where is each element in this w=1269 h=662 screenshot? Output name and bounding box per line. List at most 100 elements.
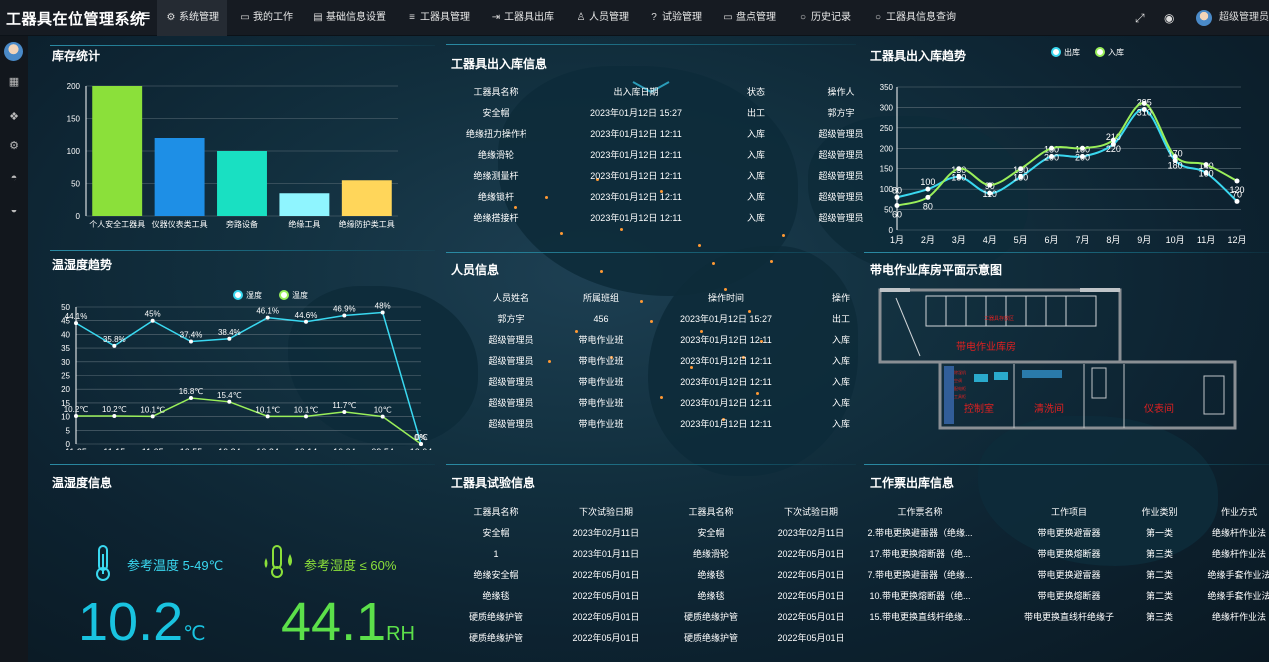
data-point[interactable] <box>74 414 78 419</box>
data-point[interactable] <box>380 414 385 419</box>
data-point[interactable] <box>342 313 347 318</box>
bar[interactable] <box>92 86 143 216</box>
data-point[interactable] <box>1018 166 1024 172</box>
data-point[interactable] <box>227 336 232 341</box>
nav-item-label: 人员管理 <box>589 12 629 23</box>
table-row[interactable]: 安全帽 2023年01月12日 15:27 出工 郭方宇 <box>446 103 856 123</box>
table-row[interactable]: 超级管理员 带电作业班 2023年01月12日 12:11 入库 <box>446 330 856 350</box>
x-tick-label: 绝缘防护类工具 <box>339 219 395 229</box>
table-row[interactable]: 7.带电更换避雷器（绝缘... 带电更换避雷器 第二类 绝缘手套作业法 <box>864 565 1269 585</box>
table-header-cell: 作业方式 <box>1220 507 1257 517</box>
dashboard-icon[interactable]: ◉ <box>1164 0 1174 36</box>
data-point[interactable] <box>74 321 78 326</box>
data-point[interactable] <box>380 310 385 315</box>
data-point[interactable] <box>189 339 193 344</box>
data-point[interactable] <box>342 409 347 414</box>
data-point[interactable] <box>189 395 193 400</box>
data-point[interactable] <box>894 194 900 200</box>
data-point[interactable] <box>150 414 155 419</box>
nav-item-8[interactable]: ○ 历史记录 <box>797 0 851 36</box>
table-cell: 硬质绝缘护管 <box>683 612 738 622</box>
data-point[interactable] <box>925 186 931 192</box>
helmet-icon[interactable]: ◓ <box>5 169 23 187</box>
bar[interactable] <box>341 180 392 216</box>
cube-icon[interactable]: ❖ <box>5 108 23 126</box>
nav-item-label: 我的工作 <box>253 12 293 23</box>
bar[interactable] <box>217 151 267 216</box>
table-row[interactable]: 超级管理员 带电作业班 2023年01月12日 12:11 入库 <box>446 414 856 434</box>
nav-item-2[interactable]: ▤ 基础信息设置 <box>312 0 386 36</box>
tests-table: 工器具名称 下次试验日期 工器具名称 下次试验日期 安全帽 2023年02月11日 安全帽 2… <box>446 502 856 662</box>
table-row[interactable]: 超级管理员 带电作业班 2023年01月12日 12:11 入库 <box>446 372 856 392</box>
table-row[interactable]: 绝缘测量杆 2023年01月12日 12:11 入库 超级管理员 <box>446 166 863 186</box>
nav-item-7[interactable]: ▭ 盘点管理 <box>722 0 776 36</box>
floorplan-panel: 带电作业库房平面示意图 工器具存放区 带电作业库房 除湿机 空调 配电柜 工具柜… <box>864 252 1269 462</box>
robot-icon[interactable]: ◒ <box>5 201 23 219</box>
env-line-chart: 0510152025303540455011:2511:1511:0510:55… <box>61 290 432 450</box>
nav-item-3[interactable]: ≡ 工器具管理 <box>406 0 470 36</box>
bar[interactable] <box>279 193 330 216</box>
data-point[interactable] <box>1079 145 1085 151</box>
table-cell: 入库 <box>831 335 850 345</box>
table-row[interactable]: 绝缘滑轮 2023年01月12日 12:11 入库 超级管理员 <box>446 145 864 165</box>
table-row[interactable]: 硬质绝缘护管 2022年05月01日 硬质绝缘护管 2022年05月01日 <box>446 607 856 627</box>
data-point[interactable] <box>112 414 117 419</box>
data-point[interactable] <box>265 414 270 419</box>
table-row[interactable]: 绝缘搭接杆 2023年01月12日 12:11 入库 超级管理员 <box>446 208 863 228</box>
inventory-panel: 库存统计 0 50 100 150 200 个人安全工器具 仪器仪表类工具 旁路设备 绝缘工具绝… <box>28 36 438 251</box>
data-point[interactable] <box>1110 137 1116 143</box>
table-row[interactable]: 绝缘毯 2022年05月01日 绝缘毯 2022年05月01日 <box>446 586 856 606</box>
data-point[interactable] <box>304 319 308 324</box>
data-point[interactable] <box>304 414 308 419</box>
user-avatar[interactable] <box>1196 10 1212 26</box>
data-point[interactable] <box>1172 153 1178 159</box>
bar[interactable] <box>154 138 205 216</box>
table-row[interactable]: 郭方宇 456 2023年01月12日 15:27 出工 <box>446 309 856 329</box>
data-point[interactable] <box>1203 162 1209 168</box>
nav-item-1[interactable]: ▭ 我的工作 <box>239 0 293 36</box>
data-point[interactable] <box>150 318 155 323</box>
nav-item-9[interactable]: ○ 工器具信息查询 <box>872 0 956 36</box>
table-row[interactable]: 15.带电更换直线杆绝缘... 带电更换直线杆绝缘子 第三类 绝缘杆作业法 <box>864 607 1269 627</box>
data-point[interactable] <box>112 343 117 348</box>
table-row[interactable]: 超级管理员 带电作业班 2023年01月12日 12:11 入库 <box>446 351 856 371</box>
nav-item-4[interactable]: ⇥ 工器具出库 <box>490 0 554 36</box>
data-point[interactable] <box>925 194 931 200</box>
data-point[interactable] <box>227 399 232 404</box>
grid-icon[interactable]: ▦ <box>5 73 23 91</box>
sidebar-avatar[interactable] <box>4 42 23 61</box>
data-point[interactable] <box>419 442 423 446</box>
table-row[interactable]: 17.带电更换熔断器（绝... 带电更换熔断器 第三类 绝缘杆作业法 <box>864 544 1269 564</box>
data-point[interactable] <box>1234 198 1240 204</box>
data-point[interactable] <box>987 182 993 188</box>
fullscreen-icon[interactable]: ⤢ <box>1135 0 1145 36</box>
data-point[interactable] <box>1141 100 1147 106</box>
table-cell: 第一类 <box>1145 528 1173 538</box>
gear-icon[interactable]: ⚙ <box>5 137 23 155</box>
data-point[interactable] <box>265 315 270 320</box>
table-row[interactable]: 硬质绝缘护管 2022年05月01日 硬质绝缘护管 2022年05月01日 <box>446 628 856 648</box>
data-label: 180 <box>1168 160 1183 170</box>
table-cell: 2023年01月12日 15:27 <box>589 108 683 118</box>
menu-toggle-icon[interactable]: ≡ <box>141 8 150 26</box>
data-point[interactable] <box>956 166 962 172</box>
nav-item-6[interactable]: ? 试验管理 <box>648 0 702 36</box>
table-cell: 带电更换避雷器 <box>1037 528 1101 538</box>
table-row[interactable]: 10.带电更换熔断器（绝... 带电更换熔断器 第二类 绝缘手套作业法 <box>864 586 1269 606</box>
table-row[interactable]: 超级管理员 带电作业班 2023年01月12日 12:11 入库 <box>446 393 856 413</box>
top-navigation-bar: 工器具在位管理系统 ≡ ⚙ 系统管理 ▭ 我的工作 ▤ 基础信息设置 ≡ 工器具管理 ⇥ 工器具出… <box>0 0 1269 36</box>
data-label: 220 <box>1106 144 1121 154</box>
table-row[interactable]: 安全帽 2023年02月11日 安全帽 2023年02月11日 <box>446 523 856 543</box>
table-row[interactable]: 2.带电更换避雷器（绝缘... 带电更换避雷器 第一类 绝缘杆作业法 <box>864 523 1269 543</box>
data-point[interactable] <box>1049 145 1055 151</box>
data-point[interactable] <box>1234 178 1240 184</box>
data-point[interactable] <box>894 202 900 208</box>
table-row[interactable]: 绝缘安全帽 2022年05月01日 绝缘毯 2022年05月01日 <box>446 565 856 585</box>
table-row[interactable]: 绝缘锁杆 2023年01月12日 12:11 入库 超级管理员 <box>446 187 864 207</box>
table-header-cell: 作业类别 <box>1141 507 1178 517</box>
table-row[interactable]: 绝缘扭力操作杆 2023年01月12日 12:11 入库 超级管理员 <box>446 124 864 144</box>
nav-item-5[interactable]: ♙ 人员管理 <box>575 0 629 36</box>
table-row[interactable]: 1 2023年01月11日 绝缘滑轮 2022年05月01日 <box>446 544 856 564</box>
user-name[interactable]: 超级管理员 <box>1219 0 1269 36</box>
nav-item-0[interactable]: ⚙ 系统管理 <box>157 0 227 36</box>
